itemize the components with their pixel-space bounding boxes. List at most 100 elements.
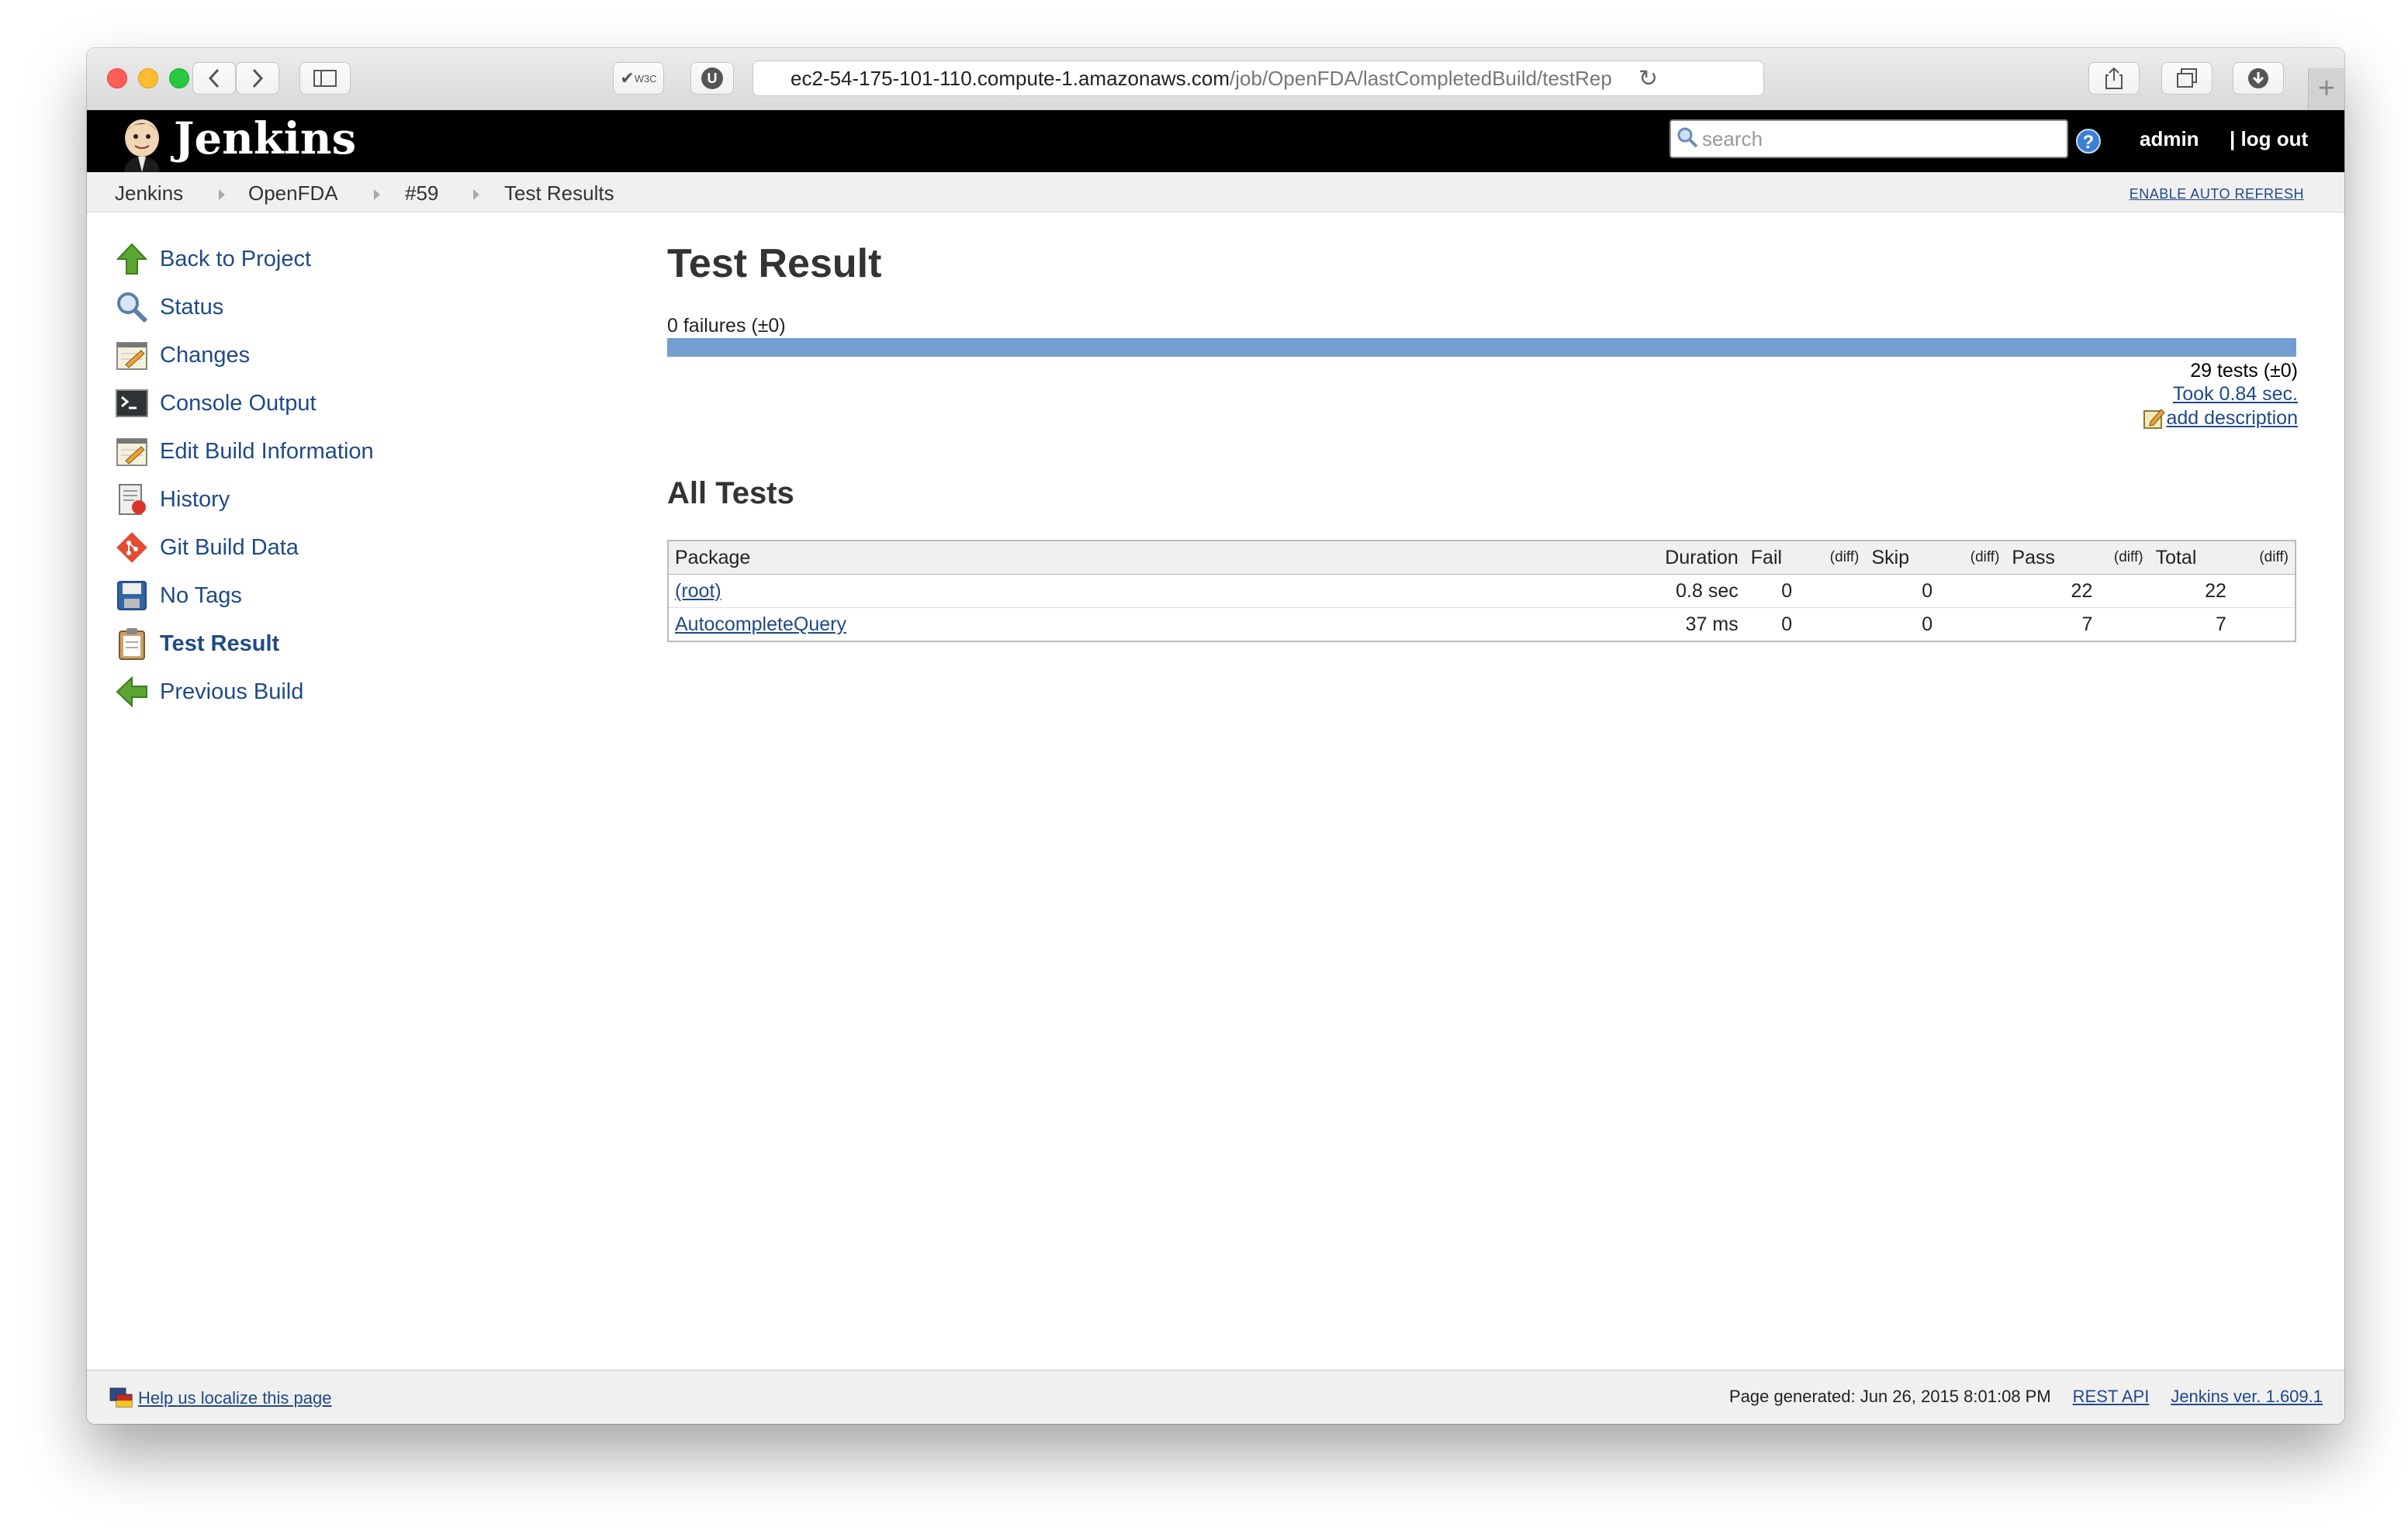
tabs-overview-button[interactable] — [2161, 62, 2213, 95]
search-icon — [1677, 127, 1698, 148]
column-package[interactable]: Package — [668, 541, 1644, 575]
total-cell: 22 — [2149, 574, 2233, 608]
sidebar-item-label: Git Build Data — [160, 534, 299, 560]
column-skip[interactable]: Skip — [1865, 541, 1939, 575]
close-window-button[interactable] — [107, 68, 127, 88]
column-total[interactable]: Total — [2149, 541, 2233, 575]
url-host: ec2-54-175-101-110.compute-1.amazonaws.c… — [791, 67, 1230, 90]
total-cell: 7 — [2149, 607, 2233, 642]
column-duration[interactable]: Duration — [1643, 541, 1745, 575]
logout-link[interactable]: | log out — [2230, 127, 2308, 151]
w3c-validator-button[interactable]: ✔ W3C — [613, 62, 664, 95]
sidebar-item-label: Status — [160, 294, 224, 320]
sidebar-item-test-result[interactable]: Test Result — [115, 625, 279, 662]
localize-link[interactable]: Help us localize this page — [138, 1388, 331, 1408]
sidebar-item-label: Previous Build — [160, 679, 304, 704]
chevron-right-icon — [252, 68, 264, 88]
sidebar-item-edit-build-information[interactable]: Edit Build Information — [115, 433, 374, 470]
sidebar-item-label: History — [160, 486, 230, 512]
breadcrumb-item-build[interactable]: #59 — [405, 181, 438, 206]
up-arrow-icon — [116, 243, 148, 275]
forward-nav-button[interactable] — [236, 62, 279, 95]
back-nav-button[interactable] — [192, 62, 236, 95]
jenkins-header: Jenkins search ? admin | log out — [87, 110, 2344, 172]
column-total-diff[interactable]: (diff) — [2232, 541, 2296, 575]
table-header-row: Package Duration Fail (diff) Skip (diff)… — [668, 541, 2296, 575]
extension-u-button[interactable]: U — [690, 62, 734, 95]
checkmark-icon: ✔ — [620, 68, 635, 88]
help-icon[interactable]: ? — [2076, 129, 2101, 154]
sidebar-item-console-output[interactable]: Console Output — [115, 385, 317, 422]
column-skip-diff[interactable]: (diff) — [1939, 541, 2006, 575]
new-tab-button[interactable]: + — [2308, 68, 2344, 110]
table-row: AutocompleteQuery 37 ms 0 0 7 7 — [668, 607, 2296, 642]
skip-diff-cell — [1939, 607, 2006, 642]
breadcrumb-item-openfda[interactable]: OpenFDA — [248, 181, 338, 206]
share-icon — [2105, 67, 2123, 89]
pass-cell: 22 — [2005, 574, 2099, 608]
sidebar-item-changes[interactable]: Changes — [115, 337, 250, 374]
search-input[interactable]: search — [1669, 119, 2068, 158]
pass-diff-cell — [2098, 607, 2150, 642]
jenkins-brand[interactable]: Jenkins — [174, 113, 356, 164]
total-diff-cell — [2232, 607, 2296, 642]
skip-cell: 0 — [1865, 574, 1939, 608]
sidebar-item-status[interactable]: Status — [115, 288, 223, 326]
terminal-icon — [116, 389, 148, 417]
add-description-button[interactable]: add description — [2143, 406, 2298, 430]
download-icon — [2248, 68, 2268, 88]
reload-icon[interactable]: ↻ — [1638, 65, 1658, 92]
duration-cell: 37 ms — [1643, 607, 1745, 642]
address-bar[interactable]: ec2-54-175-101-110.compute-1.amazonaws.c… — [752, 60, 1764, 96]
floppy-icon — [117, 581, 147, 610]
sidebar-toggle-button[interactable] — [299, 62, 351, 95]
sidebar-icon — [313, 70, 337, 87]
rest-api-link[interactable]: REST API — [2073, 1387, 2150, 1406]
sidebar-item-label: No Tags — [160, 582, 242, 608]
sidebar-item-back-to-project[interactable]: Back to Project — [115, 240, 311, 278]
total-diff-cell — [2232, 574, 2296, 608]
skip-cell: 0 — [1865, 607, 1939, 642]
note-edit-icon — [2143, 409, 2166, 429]
skip-diff-cell — [1939, 574, 2006, 608]
browser-toolbar: ✔ W3C U ec2-54-175-101-110.compute-1.amaz… — [87, 48, 2344, 111]
page-title: Test Result — [667, 241, 882, 286]
package-link[interactable]: (root) — [675, 580, 721, 602]
jenkins-butler-logo[interactable] — [116, 115, 168, 172]
downloads-button[interactable] — [2233, 62, 2284, 95]
tabs-icon — [2177, 68, 2197, 88]
left-arrow-icon — [116, 675, 147, 708]
sidebar-item-history[interactable]: History — [115, 481, 230, 518]
fail-cell: 0 — [1744, 607, 1799, 642]
minimize-window-button[interactable] — [138, 68, 158, 88]
column-pass[interactable]: Pass — [2005, 541, 2099, 575]
share-button[interactable] — [2088, 62, 2140, 95]
magnifier-icon — [117, 292, 148, 323]
failures-summary: 0 failures (±0) — [667, 315, 786, 337]
test-results-table: Package Duration Fail (diff) Skip (diff)… — [667, 540, 2296, 642]
notepad-icon — [116, 438, 147, 466]
sidebar-item-no-tags[interactable]: No Tags — [115, 577, 242, 614]
chevron-left-icon — [208, 68, 220, 88]
enable-auto-refresh-link[interactable]: ENABLE AUTO REFRESH — [2129, 186, 2304, 202]
column-fail[interactable]: Fail — [1744, 541, 1799, 575]
tests-count: 29 tests (±0) — [2190, 360, 2298, 382]
all-tests-heading: All Tests — [667, 476, 794, 510]
sidebar-item-label: Test Result — [160, 631, 280, 656]
localize-link-group[interactable]: Help us localize this page — [109, 1387, 331, 1410]
add-description-link[interactable]: add description — [2166, 407, 2298, 430]
table-row: (root) 0.8 sec 0 0 22 22 — [668, 574, 2296, 608]
breadcrumb-item-test-results[interactable]: Test Results — [504, 181, 614, 206]
sidebar-item-git-build-data[interactable]: Git Build Data — [115, 529, 299, 566]
jenkins-version-link[interactable]: Jenkins ver. 1.609.1 — [2171, 1387, 2323, 1406]
column-pass-diff[interactable]: (diff) — [2098, 541, 2150, 575]
column-fail-diff[interactable]: (diff) — [1798, 541, 1866, 575]
user-link[interactable]: admin — [2140, 127, 2199, 151]
clipboard-icon — [119, 628, 145, 660]
zoom-window-button[interactable] — [169, 68, 189, 88]
duration-link[interactable]: Took 0.84 sec. — [2173, 383, 2298, 406]
breadcrumb-item-jenkins[interactable]: Jenkins — [115, 181, 183, 206]
package-link[interactable]: AutocompleteQuery — [675, 613, 846, 635]
sidebar-item-label: Changes — [160, 342, 251, 368]
sidebar-item-previous-build[interactable]: Previous Build — [115, 673, 303, 710]
